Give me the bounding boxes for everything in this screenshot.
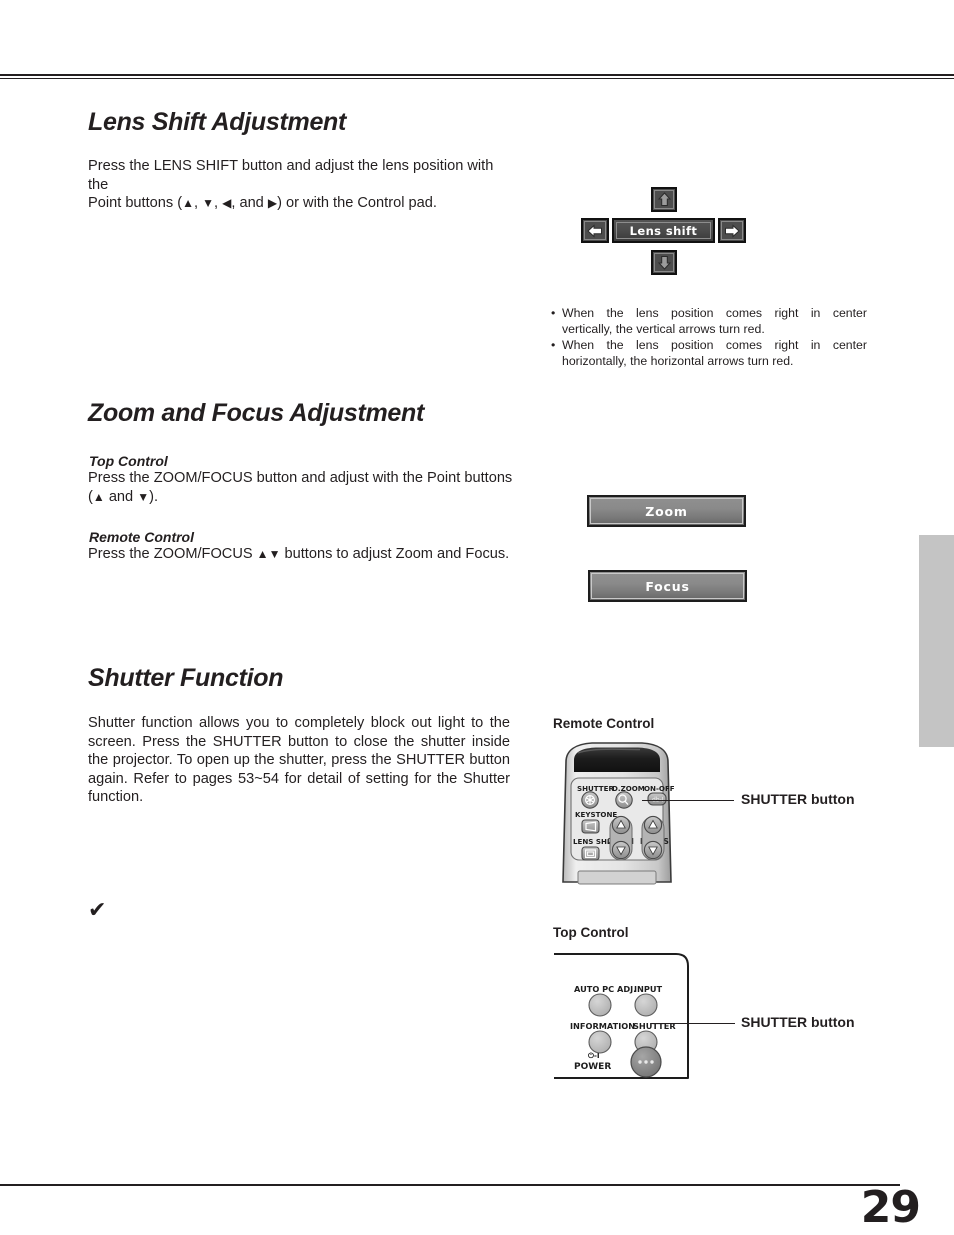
osd-zoom-label: Zoom (645, 503, 688, 519)
top-control-illustration: AUTO PC ADJ. INPUT INFORMATION SHUTTER ⏻… (554, 953, 689, 1079)
header-rule (0, 74, 954, 79)
triangle-down-icon: ▼ (137, 489, 150, 504)
osd-zoom-bar[interactable]: Zoom (587, 495, 746, 527)
figure-title-top-control: Top Control (553, 925, 629, 940)
svg-text:ON-OFF: ON-OFF (644, 784, 675, 793)
note-line: vertically, the vertical arrows turn red… (562, 321, 765, 336)
zf-top-line2-b: and (104, 488, 138, 505)
left-arrow-icon (587, 223, 602, 238)
triangle-left-icon: ◀ (222, 196, 232, 210)
osd-arrow-right-button[interactable] (718, 218, 746, 243)
lens-shift-body-line2-a: Point buttons ( (88, 195, 183, 211)
zoom-focus-remote-body: Press the ZOOM/FOCUS ▲▼ buttons to adjus… (88, 545, 518, 564)
page-number: 29 (860, 1182, 921, 1233)
remote-shutter-leader-line (642, 800, 734, 801)
note-line: When the lens position comes right in ce… (562, 306, 867, 320)
triangle-right-icon: ▶ (267, 196, 278, 210)
remote-control-illustration: SHUTTER D.ZOOM ON-OFF db-I KEYSTONE LENS… (562, 742, 675, 885)
triangle-up-icon: ▲ (92, 489, 105, 504)
zf-top-line2-c: ). (149, 488, 159, 505)
bullet-icon: • (551, 338, 556, 353)
svg-text:AUTO PC ADJ.: AUTO PC ADJ. (574, 984, 636, 994)
bullet-icon: • (551, 306, 556, 320)
osd-lens-shift-bar[interactable]: Lens shift (612, 218, 715, 243)
note-item: • When the lens position comes right in … (551, 306, 867, 337)
lens-shift-notes: • When the lens position comes right in … (551, 306, 867, 370)
triangle-down-icon: ▼ (202, 196, 214, 210)
osd-focus-bar[interactable]: Focus (588, 570, 747, 602)
subheading-top-control: Top Control (89, 453, 168, 469)
osd-lens-shift-label: Lens shift (629, 223, 698, 238)
lens-shift-body-line2-b: , (194, 195, 203, 211)
svg-text:KEYSTONE: KEYSTONE (575, 810, 617, 819)
subheading-remote-control: Remote Control (89, 529, 194, 545)
figure-title-remote-control: Remote Control (553, 716, 655, 731)
svg-text:INPUT: INPUT (634, 984, 663, 994)
zf-remote-line-a: Press the ZOOM/FOCUS (88, 546, 257, 562)
note-line: horizontally, the horizontal arrows turn… (562, 353, 794, 368)
page-title-shutter: Shutter Function (88, 664, 284, 692)
lens-shift-body-line2-e: ) or with the Control pad. (277, 195, 437, 211)
down-arrow-icon (657, 256, 671, 270)
callout-top-control-shutter-button: SHUTTER button (741, 1014, 855, 1030)
right-arrow-icon (725, 223, 740, 238)
note-item: • When the lens position comes right in … (551, 338, 867, 369)
osd-arrow-down-button[interactable] (651, 250, 677, 275)
lens-shift-body-line1: Press the LENS SHIFT button and adjust t… (88, 158, 494, 193)
zf-remote-line-b: buttons to adjust Zoom and Focus. (280, 546, 510, 562)
shutter-body: Shutter function allows you to completel… (88, 715, 510, 805)
callout-remote-shutter-button: SHUTTER button (741, 791, 855, 807)
zf-top-line1: Press the ZOOM/FOCUS button and adjust w… (88, 470, 513, 486)
section-side-tab (919, 535, 954, 747)
note-checkmark-icon: ✔ (88, 898, 107, 923)
note-line: When the lens position comes right in ce… (562, 338, 867, 353)
svg-text:D.ZOOM: D.ZOOM (612, 784, 645, 793)
lens-shift-body-line2-d: , and (231, 195, 268, 211)
zoom-focus-top-control-body: Press the ZOOM/FOCUS button and adjust w… (88, 469, 513, 506)
page-title-zoom-focus: Zoom and Focus Adjustment (88, 399, 425, 427)
triangle-down-icon: ▼ (268, 547, 281, 561)
svg-text:POWER: POWER (574, 1062, 611, 1072)
triangle-up-icon: ▲ (256, 547, 269, 561)
svg-text:⏻-I: ⏻-I (588, 1051, 600, 1060)
osd-focus-label: Focus (645, 578, 690, 594)
lens-shift-body: Press the LENS SHIFT button and adjust t… (88, 157, 510, 213)
svg-text:SHUTTER: SHUTTER (577, 784, 614, 793)
up-arrow-icon (657, 192, 671, 206)
osd-arrow-left-button[interactable] (581, 218, 609, 243)
footer-rule (0, 1184, 900, 1186)
page-title-lens-shift: Lens Shift Adjustment (88, 108, 347, 136)
top-control-shutter-leader-line (651, 1023, 735, 1024)
svg-text:INFORMATION: INFORMATION (570, 1021, 635, 1031)
osd-arrow-up-button[interactable] (651, 187, 677, 212)
lens-shift-body-line2-c: , (214, 195, 223, 211)
triangle-up-icon: ▲ (182, 196, 194, 210)
